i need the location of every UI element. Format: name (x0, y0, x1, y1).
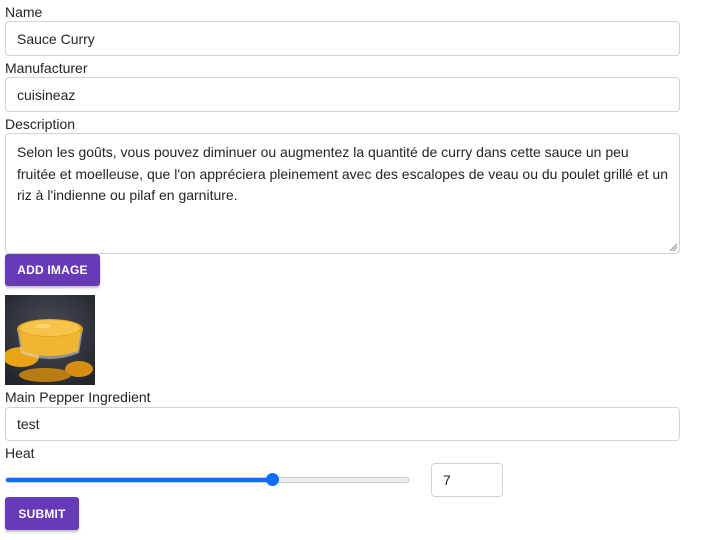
heat-number-input[interactable]: 7 (431, 463, 503, 497)
description-label: Description (5, 116, 76, 132)
main-pepper-input[interactable]: test (5, 407, 680, 441)
heat-label: Heat (5, 445, 35, 461)
main-pepper-input-value: test (17, 416, 40, 432)
resize-grip-icon[interactable] (669, 243, 677, 251)
name-label: Name (5, 4, 43, 20)
description-text: Selon les goûts, vous pouvez diminuer ou… (17, 144, 668, 203)
curry-sauce-bowl-icon (5, 295, 95, 385)
heat-number-value: 7 (443, 472, 451, 488)
heat-slider-track[interactable] (5, 477, 410, 483)
submit-button[interactable]: SUBMIT (5, 497, 79, 530)
manufacturer-label: Manufacturer (5, 60, 88, 76)
add-image-button-label: ADD IMAGE (17, 263, 88, 277)
name-input[interactable]: Sauce Curry (5, 21, 680, 56)
submit-button-label: SUBMIT (18, 506, 66, 521)
manufacturer-input-value: cuisineaz (17, 86, 76, 103)
curry-sauce-image (5, 295, 95, 385)
heat-slider-handle[interactable] (266, 473, 280, 486)
manufacturer-input[interactable]: cuisineaz (5, 77, 680, 112)
heat-slider-fill (6, 478, 274, 482)
main-pepper-label: Main Pepper Ingredient (5, 389, 151, 405)
name-input-value: Sauce Curry (17, 30, 95, 47)
description-textarea[interactable]: Selon les goûts, vous pouvez diminuer ou… (5, 133, 680, 254)
add-image-button[interactable]: ADD IMAGE (5, 254, 100, 286)
